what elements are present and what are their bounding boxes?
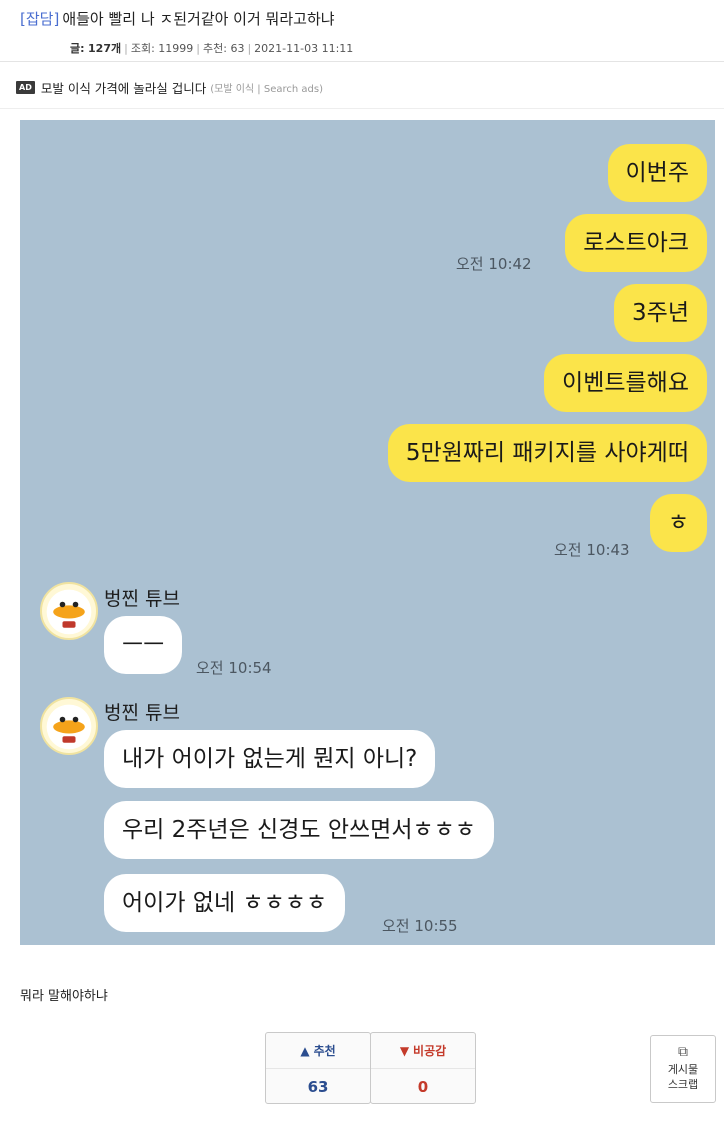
- my-message: 이번주: [607, 144, 707, 202]
- scrap-icon: ⧉: [678, 1044, 688, 1060]
- recommend-count-value: 63: [307, 1078, 329, 1096]
- recommend-count: 추천: 63: [203, 42, 245, 55]
- friend-message: 어이가 없네 ㅎㅎㅎㅎ: [104, 874, 346, 932]
- recommend-label: 추천: [313, 1044, 336, 1058]
- post-header: [잡담] 애들아 빨리 나 ㅈ된거같아 이거 뭐라고하냐 글: 127개 | 조회: …: [0, 0, 724, 62]
- author-label: 글:: [70, 42, 85, 55]
- scrap-button[interactable]: ⧉ 게시물 스크랩: [650, 1035, 716, 1103]
- ad-link[interactable]: AD 모발 이식 가격에 놀라실 겁니다 (모발 이식 | Search ads…: [16, 78, 323, 97]
- post-meta: 글: 127개 | 조회: 11999 | 추천: 63 | 2021-11-03 11:1…: [70, 42, 354, 55]
- my-message: 3주년: [614, 284, 707, 342]
- friend-avatar[interactable]: [40, 582, 98, 640]
- post-date: 2021-11-03 11:11: [254, 42, 354, 55]
- friend-message: 우리 2주년은 신경도 안쓰면서ㅎㅎㅎ: [104, 801, 494, 859]
- message-time: 오전 10:55: [382, 917, 458, 935]
- my-message: 이벤트를해요: [544, 354, 707, 412]
- sender-name: 벙찐 튜브: [104, 702, 180, 724]
- scrap-label-2: 스크랩: [667, 1078, 699, 1091]
- dislike-button[interactable]: ▼ 비공감 0: [370, 1032, 476, 1104]
- friend-message: ㅡㅡ: [104, 616, 183, 674]
- chat-screenshot: 이번주 로스트아크 오전 10:42 3주년 이벤트를해요 5만원짜리 패키지를…: [20, 120, 715, 945]
- dislike-label: 비공감: [413, 1044, 447, 1058]
- friend-message: 내가 어이가 없는게 뭔지 아니?: [104, 730, 436, 788]
- thumbs-down-icon: ▼: [399, 1043, 410, 1058]
- sender-name: 벙찐 튜브: [104, 588, 180, 610]
- duck-icon: [46, 589, 92, 635]
- post-title: 애들아 빨리 나 ㅈ된거같아 이거 뭐라고하냐: [62, 10, 335, 28]
- ad-text[interactable]: 모발 이식 가격에 놀라실 겁니다: [41, 78, 206, 97]
- scrap-label-1: 게시물: [667, 1063, 699, 1076]
- message-time: 오전 10:43: [554, 541, 630, 559]
- dislike-count-value: 0: [417, 1078, 429, 1096]
- thumbs-up-icon: ▲: [300, 1043, 310, 1058]
- message-time: 오전 10:42: [456, 255, 532, 273]
- friend-avatar[interactable]: [40, 697, 98, 755]
- title-row: [잡담] 애들아 빨리 나 ㅈ된거같아 이거 뭐라고하냐: [20, 8, 335, 29]
- post-body: 뭐라 말해야하냐: [20, 989, 108, 1004]
- ad-badge: AD: [16, 81, 35, 94]
- my-message: 로스트아크: [565, 214, 707, 272]
- divider: [0, 108, 724, 109]
- comment-count[interactable]: 127개: [88, 42, 121, 55]
- post-category[interactable]: [잡담]: [20, 10, 59, 28]
- ad-source: (모발 이식 | Search ads): [210, 84, 323, 95]
- my-message: ㅎ: [649, 494, 707, 552]
- my-message: 5만원짜리 패키지를 사야게떠: [387, 424, 707, 482]
- recommend-button[interactable]: ▲ 추천 63: [265, 1032, 371, 1104]
- message-time: 오전 10:54: [196, 659, 272, 677]
- view-count: 조회: 11999: [130, 42, 194, 55]
- duck-icon: [46, 704, 92, 750]
